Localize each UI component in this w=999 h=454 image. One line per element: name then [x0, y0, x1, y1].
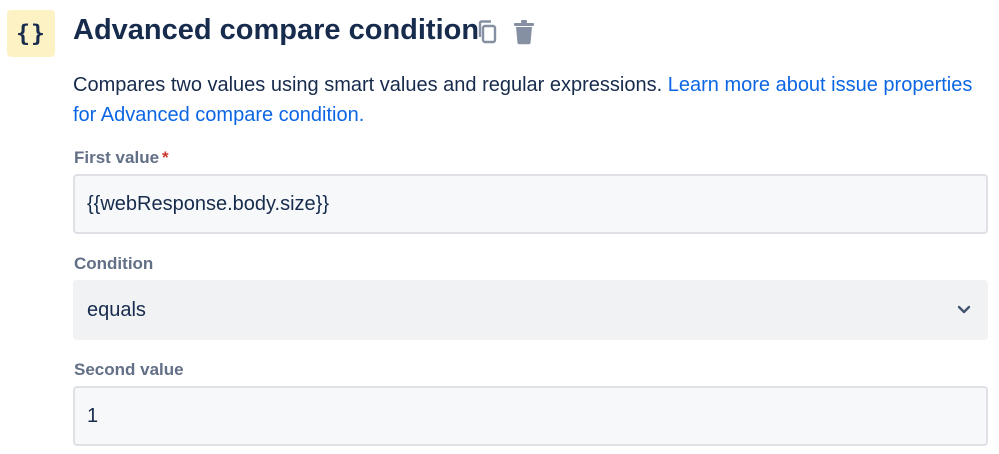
second-value-label: Second value: [74, 360, 184, 379]
title-actions: [474, 18, 538, 46]
trash-icon[interactable]: [510, 18, 538, 46]
first-value-text: {{webResponse.body.size}}: [87, 192, 330, 215]
copy-icon[interactable]: [474, 18, 502, 46]
condition-select[interactable]: equals: [73, 280, 988, 340]
first-value-label-text: First value: [74, 148, 160, 167]
condition-selected-value: equals: [87, 298, 146, 321]
advanced-compare-condition-panel: {} Advanced compare condition Compares t…: [0, 0, 999, 454]
condition-label: Condition: [74, 254, 154, 273]
description-text: Compares two values using smart values a…: [73, 74, 663, 96]
required-marker: *: [162, 148, 169, 167]
braces-icon: {}: [7, 10, 55, 57]
first-value-label: First value *: [74, 148, 169, 168]
chevron-down-icon: [954, 300, 974, 320]
description: Compares two values using smart values a…: [73, 70, 973, 130]
first-value-field[interactable]: {{webResponse.body.size}}: [73, 174, 988, 234]
second-value-text: 1: [87, 404, 99, 427]
second-value-field[interactable]: 1: [73, 386, 988, 446]
page-title: Advanced compare condition: [73, 14, 480, 46]
